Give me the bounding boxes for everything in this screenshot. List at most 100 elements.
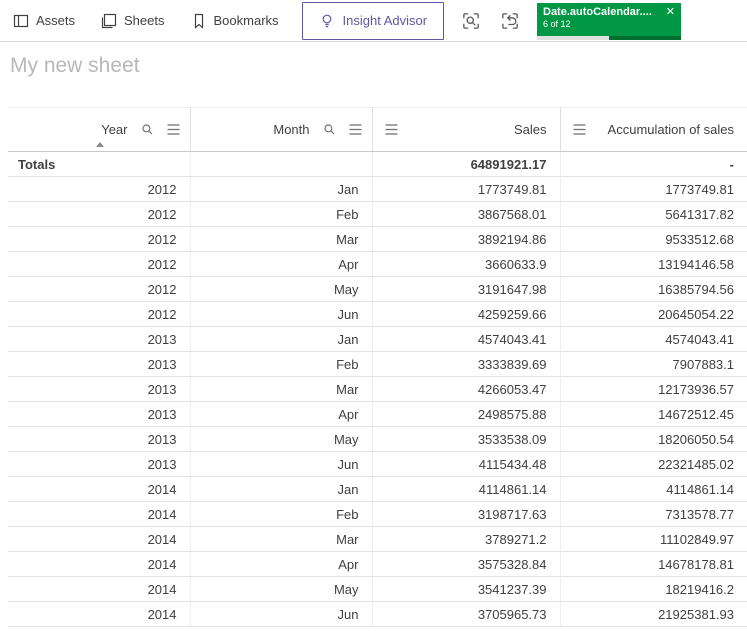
table-row: 2012 May 3191647.98 16385794.56 [8, 276, 747, 302]
year-cell[interactable]: 2012 [8, 276, 191, 302]
table-row: 2012 Apr 3660633.9 13194146.58 [8, 251, 747, 277]
year-cell[interactable]: 2013 [8, 426, 191, 452]
month-cell[interactable]: Feb [190, 351, 373, 377]
year-cell[interactable]: 2014 [8, 551, 191, 577]
assets-panel-icon [13, 13, 29, 29]
sales-cell: 3541237.39 [372, 576, 561, 602]
selection-count: 6 of 12 [543, 19, 571, 29]
column-header-sales[interactable]: Sales [372, 107, 561, 152]
menu-icon[interactable] [349, 124, 362, 135]
sales-cell: 4259259.66 [372, 301, 561, 327]
year-cell[interactable]: 2013 [8, 401, 191, 427]
table-row: 2013 May 3533538.09 18206050.54 [8, 426, 747, 452]
year-cell[interactable]: 2012 [8, 301, 191, 327]
sales-cell: 3198717.63 [372, 501, 561, 527]
column-header-month[interactable]: Month [190, 107, 373, 152]
sales-cell: 1773749.81 [372, 176, 561, 202]
assets-button[interactable]: Assets [0, 1, 88, 41]
month-cell[interactable]: May [190, 276, 373, 302]
table-row: 2014 May 3541237.39 18219416.2 [8, 576, 747, 602]
table-row: 2014 Feb 3198717.63 7313578.77 [8, 501, 747, 527]
sales-cell: 3789271.2 [372, 526, 561, 552]
month-cell[interactable]: Apr [190, 401, 373, 427]
sheet-title: My new sheet [10, 54, 140, 77]
totals-row: Totals 64891921.17 - [8, 151, 747, 177]
year-cell[interactable]: 2012 [8, 251, 191, 277]
month-cell[interactable]: Mar [190, 376, 373, 402]
close-icon[interactable]: ✕ [666, 6, 675, 18]
month-cell[interactable]: Jun [190, 601, 373, 627]
smart-search-icon[interactable] [460, 10, 482, 32]
table-row: 2013 Feb 3333839.69 7907883.1 [8, 351, 747, 377]
accumulation-cell: 14672512.45 [560, 401, 747, 427]
menu-icon[interactable] [573, 124, 586, 135]
bookmark-icon [191, 13, 207, 29]
month-cell[interactable]: Feb [190, 201, 373, 227]
table-row: 2013 Apr 2498575.88 14672512.45 [8, 401, 747, 427]
accumulation-cell: 5641317.82 [560, 201, 747, 227]
year-cell[interactable]: 2013 [8, 351, 191, 377]
step-back-icon[interactable] [499, 10, 521, 32]
menu-icon[interactable] [385, 124, 398, 135]
menu-icon[interactable] [167, 124, 180, 135]
month-cell[interactable]: Apr [190, 251, 373, 277]
year-cell[interactable]: 2012 [8, 176, 191, 202]
totals-sales-cell: 64891921.17 [372, 151, 561, 177]
sales-cell: 3892194.86 [372, 226, 561, 252]
sheets-label: Sheets [124, 13, 165, 28]
insight-advisor-button[interactable]: Insight Advisor [301, 1, 445, 40]
column-header-year[interactable]: Year [8, 107, 191, 152]
year-cell[interactable]: 2014 [8, 526, 191, 552]
sales-cell: 3191647.98 [372, 276, 561, 302]
table-row: 2014 Jun 3705965.73 21925381.93 [8, 601, 747, 627]
month-column-label: Month [273, 122, 310, 137]
year-cell[interactable]: 2012 [8, 226, 191, 252]
table-row: 2013 Mar 4266053.47 12173936.57 [8, 376, 747, 402]
month-cell[interactable]: May [190, 426, 373, 452]
month-cell[interactable]: Apr [190, 551, 373, 577]
sales-column-label: Sales [513, 122, 547, 137]
search-icon[interactable] [141, 123, 154, 136]
year-cell[interactable]: 2012 [8, 201, 191, 227]
year-cell[interactable]: 2014 [8, 576, 191, 602]
table-row: 2014 Mar 3789271.2 11102849.97 [8, 526, 747, 552]
column-header-accumulation[interactable]: Accumulation of sales [560, 107, 747, 152]
sales-cell: 3867568.01 [372, 201, 561, 227]
selection-field-name: Date.autoCalendar.... [543, 6, 652, 18]
month-cell[interactable]: Jan [190, 176, 373, 202]
sort-ascending-icon [96, 142, 104, 147]
accumulation-cell: 21925381.93 [560, 601, 747, 627]
year-cell[interactable]: 2014 [8, 601, 191, 627]
year-cell[interactable]: 2014 [8, 501, 191, 527]
totals-label-cell: Totals [8, 151, 191, 177]
month-cell[interactable]: Jun [190, 301, 373, 327]
table-header-row: Year Month Sales Accumulation of sales [8, 107, 747, 152]
table-row: 2014 Apr 3575328.84 14678178.81 [8, 551, 747, 577]
month-cell[interactable]: May [190, 576, 373, 602]
month-cell[interactable]: Jun [190, 451, 373, 477]
bookmarks-button[interactable]: Bookmarks [178, 1, 292, 41]
month-cell[interactable]: Jan [190, 476, 373, 502]
accumulation-cell: 7907883.1 [560, 351, 747, 377]
table-row: 2013 Jun 4115434.48 22321485.02 [8, 451, 747, 477]
selection-badge[interactable]: Date.autoCalendar.... ✕ 6 of 12 [537, 3, 681, 40]
sales-cell: 3575328.84 [372, 551, 561, 577]
year-cell[interactable]: 2013 [8, 376, 191, 402]
month-cell[interactable]: Feb [190, 501, 373, 527]
accumulation-cell: 13194146.58 [560, 251, 747, 277]
year-cell[interactable]: 2014 [8, 476, 191, 502]
search-icon[interactable] [323, 123, 336, 136]
sales-cell: 3533538.09 [372, 426, 561, 452]
sheets-button[interactable]: Sheets [88, 1, 177, 41]
month-cell[interactable]: Mar [190, 226, 373, 252]
totals-accumulation-cell: - [560, 151, 747, 177]
sales-cell: 4266053.47 [372, 376, 561, 402]
month-cell[interactable]: Jan [190, 326, 373, 352]
year-cell[interactable]: 2013 [8, 326, 191, 352]
year-cell[interactable]: 2013 [8, 451, 191, 477]
accumulation-cell: 4114861.14 [560, 476, 747, 502]
selection-bar-fill [537, 36, 609, 40]
app-window: Assets Sheets Bookmarks Insight Advisor … [0, 0, 747, 627]
sales-cell: 4115434.48 [372, 451, 561, 477]
month-cell[interactable]: Mar [190, 526, 373, 552]
